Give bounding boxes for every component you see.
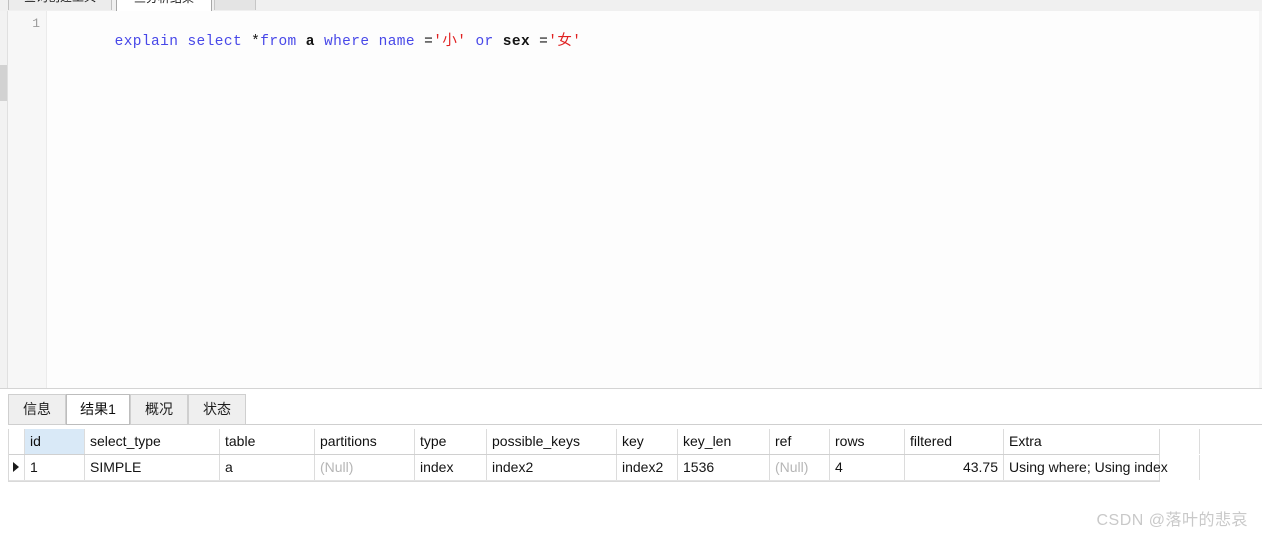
csdn-watermark: CSDN @落叶的悲哀 [1096, 512, 1248, 529]
cell-table[interactable]: a [220, 455, 315, 480]
current-row-arrow-icon [13, 462, 19, 472]
sql-token-star: * [242, 34, 261, 50]
column-header-possible-keys[interactable]: possible_keys [487, 429, 617, 454]
cell-possible-keys[interactable]: index2 [487, 455, 617, 480]
sql-token-string-1: '小' [433, 34, 467, 50]
column-header-table[interactable]: table [220, 429, 315, 454]
result-panel: 信息 结果1 概况 状态 id select_type table partit… [0, 388, 1262, 538]
sql-space-4 [370, 34, 379, 50]
cell-key[interactable]: index2 [617, 455, 678, 480]
sql-token-eq-1: = [415, 34, 434, 50]
sql-token-where: where [323, 34, 370, 50]
column-header-key[interactable]: key [617, 429, 678, 454]
sql-token-or: or [475, 34, 494, 50]
panel-splitter-handle[interactable] [0, 65, 7, 101]
cell-rows[interactable]: 4 [830, 455, 905, 480]
sql-code-line[interactable]: explain select *from a where name ='小' o… [60, 17, 581, 68]
sql-token-explain: explain [114, 34, 179, 50]
column-header-key-len[interactable]: key_len [678, 429, 770, 454]
tab-info[interactable]: 信息 [8, 394, 66, 425]
tab-query-builder[interactable]: 查询创建工具 [8, 0, 112, 10]
sql-token-from: from [260, 34, 297, 50]
column-header-select-type[interactable]: select_type [85, 429, 220, 454]
editor-gutter: 1 [8, 11, 47, 388]
sql-token-table-a: a [305, 34, 315, 50]
column-header-rows[interactable]: rows [830, 429, 905, 454]
column-header-partitions[interactable]: partitions [315, 429, 415, 454]
cell-key-len[interactable]: 1536 [678, 455, 770, 480]
grid-header-row: id select_type table partitions type pos… [9, 429, 1200, 455]
column-header-filtered[interactable]: filtered [905, 429, 1004, 454]
column-header-id[interactable]: id [25, 429, 85, 454]
tab-status[interactable]: 状态 [188, 394, 246, 425]
sql-token-name: name [378, 34, 416, 50]
sql-space-6 [494, 34, 503, 50]
table-row[interactable]: 1 SIMPLE a (Null) index index2 index2 15… [9, 455, 1200, 481]
rowmark-header-cell [9, 429, 25, 454]
column-header-extra[interactable]: Extra [1004, 429, 1200, 454]
cell-type[interactable]: index [415, 455, 487, 480]
cell-ref[interactable]: (Null) [770, 455, 830, 480]
column-header-type[interactable]: type [415, 429, 487, 454]
sql-space-3 [315, 34, 324, 50]
row-indicator-cell[interactable] [9, 455, 25, 480]
cell-id[interactable]: 1 [25, 455, 85, 480]
query-editor-window: 查询创建工具 三分析结果 1 explain select *from a wh… [0, 0, 1262, 538]
sql-token-sex: sex [502, 34, 531, 50]
cell-filtered[interactable]: 43.75 [905, 455, 1004, 480]
cell-select-type[interactable]: SIMPLE [85, 455, 220, 480]
explain-result-grid[interactable]: id select_type table partitions type pos… [8, 429, 1200, 482]
result-tab-strip: 信息 结果1 概况 状态 [0, 394, 1262, 426]
column-header-ref[interactable]: ref [770, 429, 830, 454]
tab-extra[interactable] [214, 0, 256, 10]
sql-token-select: select [187, 34, 243, 50]
tab-strip-filler [246, 394, 1262, 425]
sql-editor[interactable]: 1 explain select *from a where name ='小'… [0, 11, 1262, 388]
tab-result-1[interactable]: 结果1 [66, 394, 130, 425]
cell-partitions[interactable]: (Null) [315, 455, 415, 480]
tab-profile[interactable]: 概况 [130, 394, 188, 425]
sql-token-string-2: '女' [548, 34, 582, 50]
sql-space-2 [297, 34, 306, 50]
sql-token-eq-2: = [530, 34, 549, 50]
line-number: 1 [32, 16, 40, 31]
cell-extra[interactable]: Using where; Using index [1004, 455, 1200, 480]
